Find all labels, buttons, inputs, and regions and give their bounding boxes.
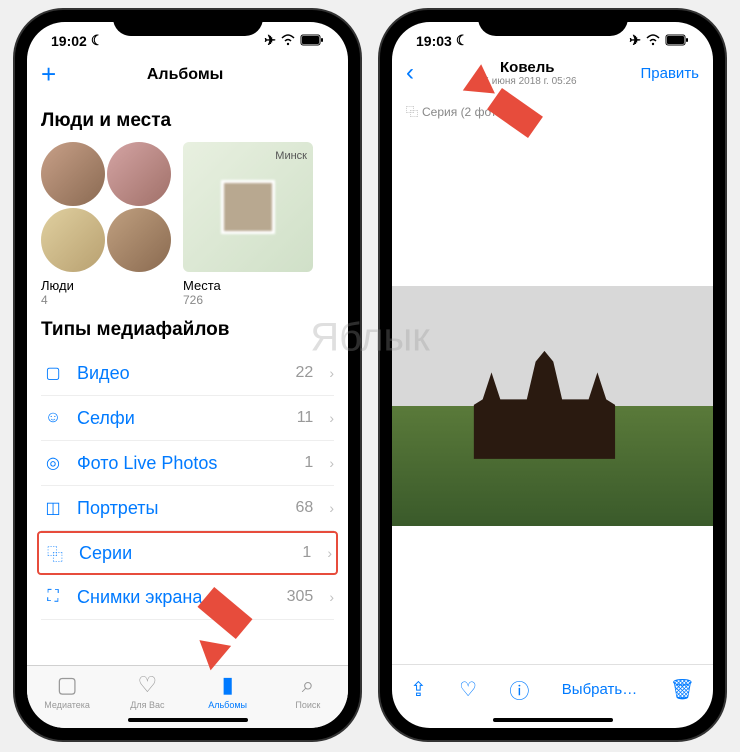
- people-label: Люди: [41, 278, 171, 293]
- chevron-right-icon: ›: [327, 545, 332, 561]
- screenshot-icon: ⛶: [41, 585, 65, 609]
- tab-icon: ♡: [138, 672, 158, 698]
- add-button[interactable]: +: [41, 59, 56, 90]
- media-row-screenshot[interactable]: ⛶ Снимки экрана 305 ›: [41, 575, 334, 620]
- media-row-burst[interactable]: ⿻ Серии 1 ›: [37, 531, 338, 575]
- media-types-list: ▢ Видео 22 › ☺ Селфи 11 › ◎ Фото Live Photos 1 › ◫ По…: [41, 351, 334, 620]
- portrait-icon: ◫: [41, 496, 65, 520]
- battery-icon: [665, 33, 689, 49]
- people-count: 4: [41, 293, 171, 307]
- select-button[interactable]: Выбрать…: [562, 681, 637, 698]
- chevron-right-icon: ›: [329, 589, 334, 605]
- edit-button[interactable]: Править: [641, 65, 700, 82]
- section-media-types-title: Типы медиафайлов: [41, 319, 334, 341]
- media-label: Серии: [79, 543, 290, 564]
- wifi-icon: [280, 33, 296, 49]
- burst-icon: ⿻: [43, 541, 67, 565]
- tab-label: Поиск: [295, 700, 320, 710]
- chevron-right-icon: ›: [329, 500, 334, 516]
- nav-title: Альбомы: [147, 66, 224, 84]
- section-people-places-title: Люди и места: [41, 110, 334, 132]
- screen-left: 19:02 ☾ ✈ + Альбомы Люди и места: [27, 22, 348, 728]
- chevron-right-icon: ›: [329, 455, 334, 471]
- favorite-button[interactable]: ♡: [459, 677, 477, 702]
- media-count: 1: [304, 454, 313, 472]
- tab-Для Вас[interactable]: ♡ Для Вас: [107, 672, 187, 710]
- tab-Поиск[interactable]: ⌕ Поиск: [268, 672, 348, 710]
- screen-right: 19:03 ☾ ✈ ‹ Ковель 25 июня 2018 г. 05:26…: [392, 22, 713, 728]
- face-thumbnail: [41, 208, 105, 272]
- media-label: Портреты: [77, 498, 284, 519]
- chevron-right-icon: ›: [329, 365, 334, 381]
- home-indicator[interactable]: [128, 718, 248, 722]
- home-indicator[interactable]: [493, 718, 613, 722]
- livephoto-icon: ◎: [41, 451, 65, 475]
- face-thumbnail: [107, 142, 171, 206]
- tab-icon: ▢: [57, 672, 78, 698]
- trash-button[interactable]: 🗑: [670, 677, 695, 702]
- battery-icon: [300, 33, 324, 49]
- photo-content: [392, 286, 713, 526]
- media-row-selfie[interactable]: ☺ Селфи 11 ›: [41, 396, 334, 441]
- tab-Альбомы[interactable]: ▮ Альбомы: [188, 672, 268, 710]
- places-count: 726: [183, 293, 313, 307]
- media-label: Снимки экрана: [77, 587, 275, 608]
- nav-bar: + Альбомы: [27, 53, 348, 98]
- share-button[interactable]: ⇪: [410, 677, 427, 702]
- media-count: 68: [296, 499, 314, 517]
- wifi-icon: [645, 33, 661, 49]
- tab-icon: ⌕: [302, 672, 314, 698]
- media-count: 305: [287, 588, 314, 606]
- selfie-icon: ☺: [41, 406, 65, 430]
- media-label: Фото Live Photos: [77, 453, 292, 474]
- back-button[interactable]: ‹: [406, 59, 414, 87]
- map-city-label: Минск: [275, 150, 307, 162]
- moon-icon: ☾: [456, 32, 469, 49]
- moon-icon: ☾: [91, 32, 104, 49]
- media-row-video[interactable]: ▢ Видео 22 ›: [41, 351, 334, 396]
- airplane-icon: ✈: [264, 32, 276, 49]
- tab-icon: ▮: [222, 672, 234, 698]
- places-album[interactable]: Минск: [183, 142, 313, 272]
- media-count: 11: [297, 409, 314, 427]
- notch: [113, 10, 263, 36]
- tab-Медиатека[interactable]: ▢ Медиатека: [27, 672, 107, 710]
- video-icon: ▢: [41, 361, 65, 385]
- status-time: 19:03: [416, 33, 452, 49]
- media-row-portrait[interactable]: ◫ Портреты 68 ›: [41, 486, 334, 531]
- photo-viewer[interactable]: [392, 128, 713, 664]
- media-label: Селфи: [77, 408, 285, 429]
- media-count: 22: [296, 364, 314, 382]
- places-label: Места: [183, 278, 313, 293]
- phone-right: 19:03 ☾ ✈ ‹ Ковель 25 июня 2018 г. 05:26…: [380, 10, 725, 740]
- chevron-right-icon: ›: [329, 410, 334, 426]
- people-album[interactable]: [41, 142, 171, 272]
- media-row-livephoto[interactable]: ◎ Фото Live Photos 1 ›: [41, 441, 334, 486]
- face-thumbnail: [107, 208, 171, 272]
- face-thumbnail: [41, 142, 105, 206]
- airplane-icon: ✈: [629, 32, 641, 49]
- tab-label: Для Вас: [130, 700, 164, 710]
- map-photo-thumb: [221, 180, 275, 234]
- tab-label: Медиатека: [44, 700, 90, 710]
- nav-bar: ‹ Ковель 25 июня 2018 г. 05:26 Править: [392, 53, 713, 95]
- burst-icon: ⿻: [406, 103, 418, 120]
- content-area: Люди и места Минск Люди 4: [27, 98, 348, 665]
- media-count: 1: [302, 544, 311, 562]
- notch: [478, 10, 628, 36]
- info-button[interactable]: ⓘ: [509, 675, 529, 704]
- status-time: 19:02: [51, 33, 87, 49]
- tab-label: Альбомы: [208, 700, 247, 710]
- media-label: Видео: [77, 363, 284, 384]
- burst-badge: ⿻ Серия (2 фото): [392, 95, 713, 128]
